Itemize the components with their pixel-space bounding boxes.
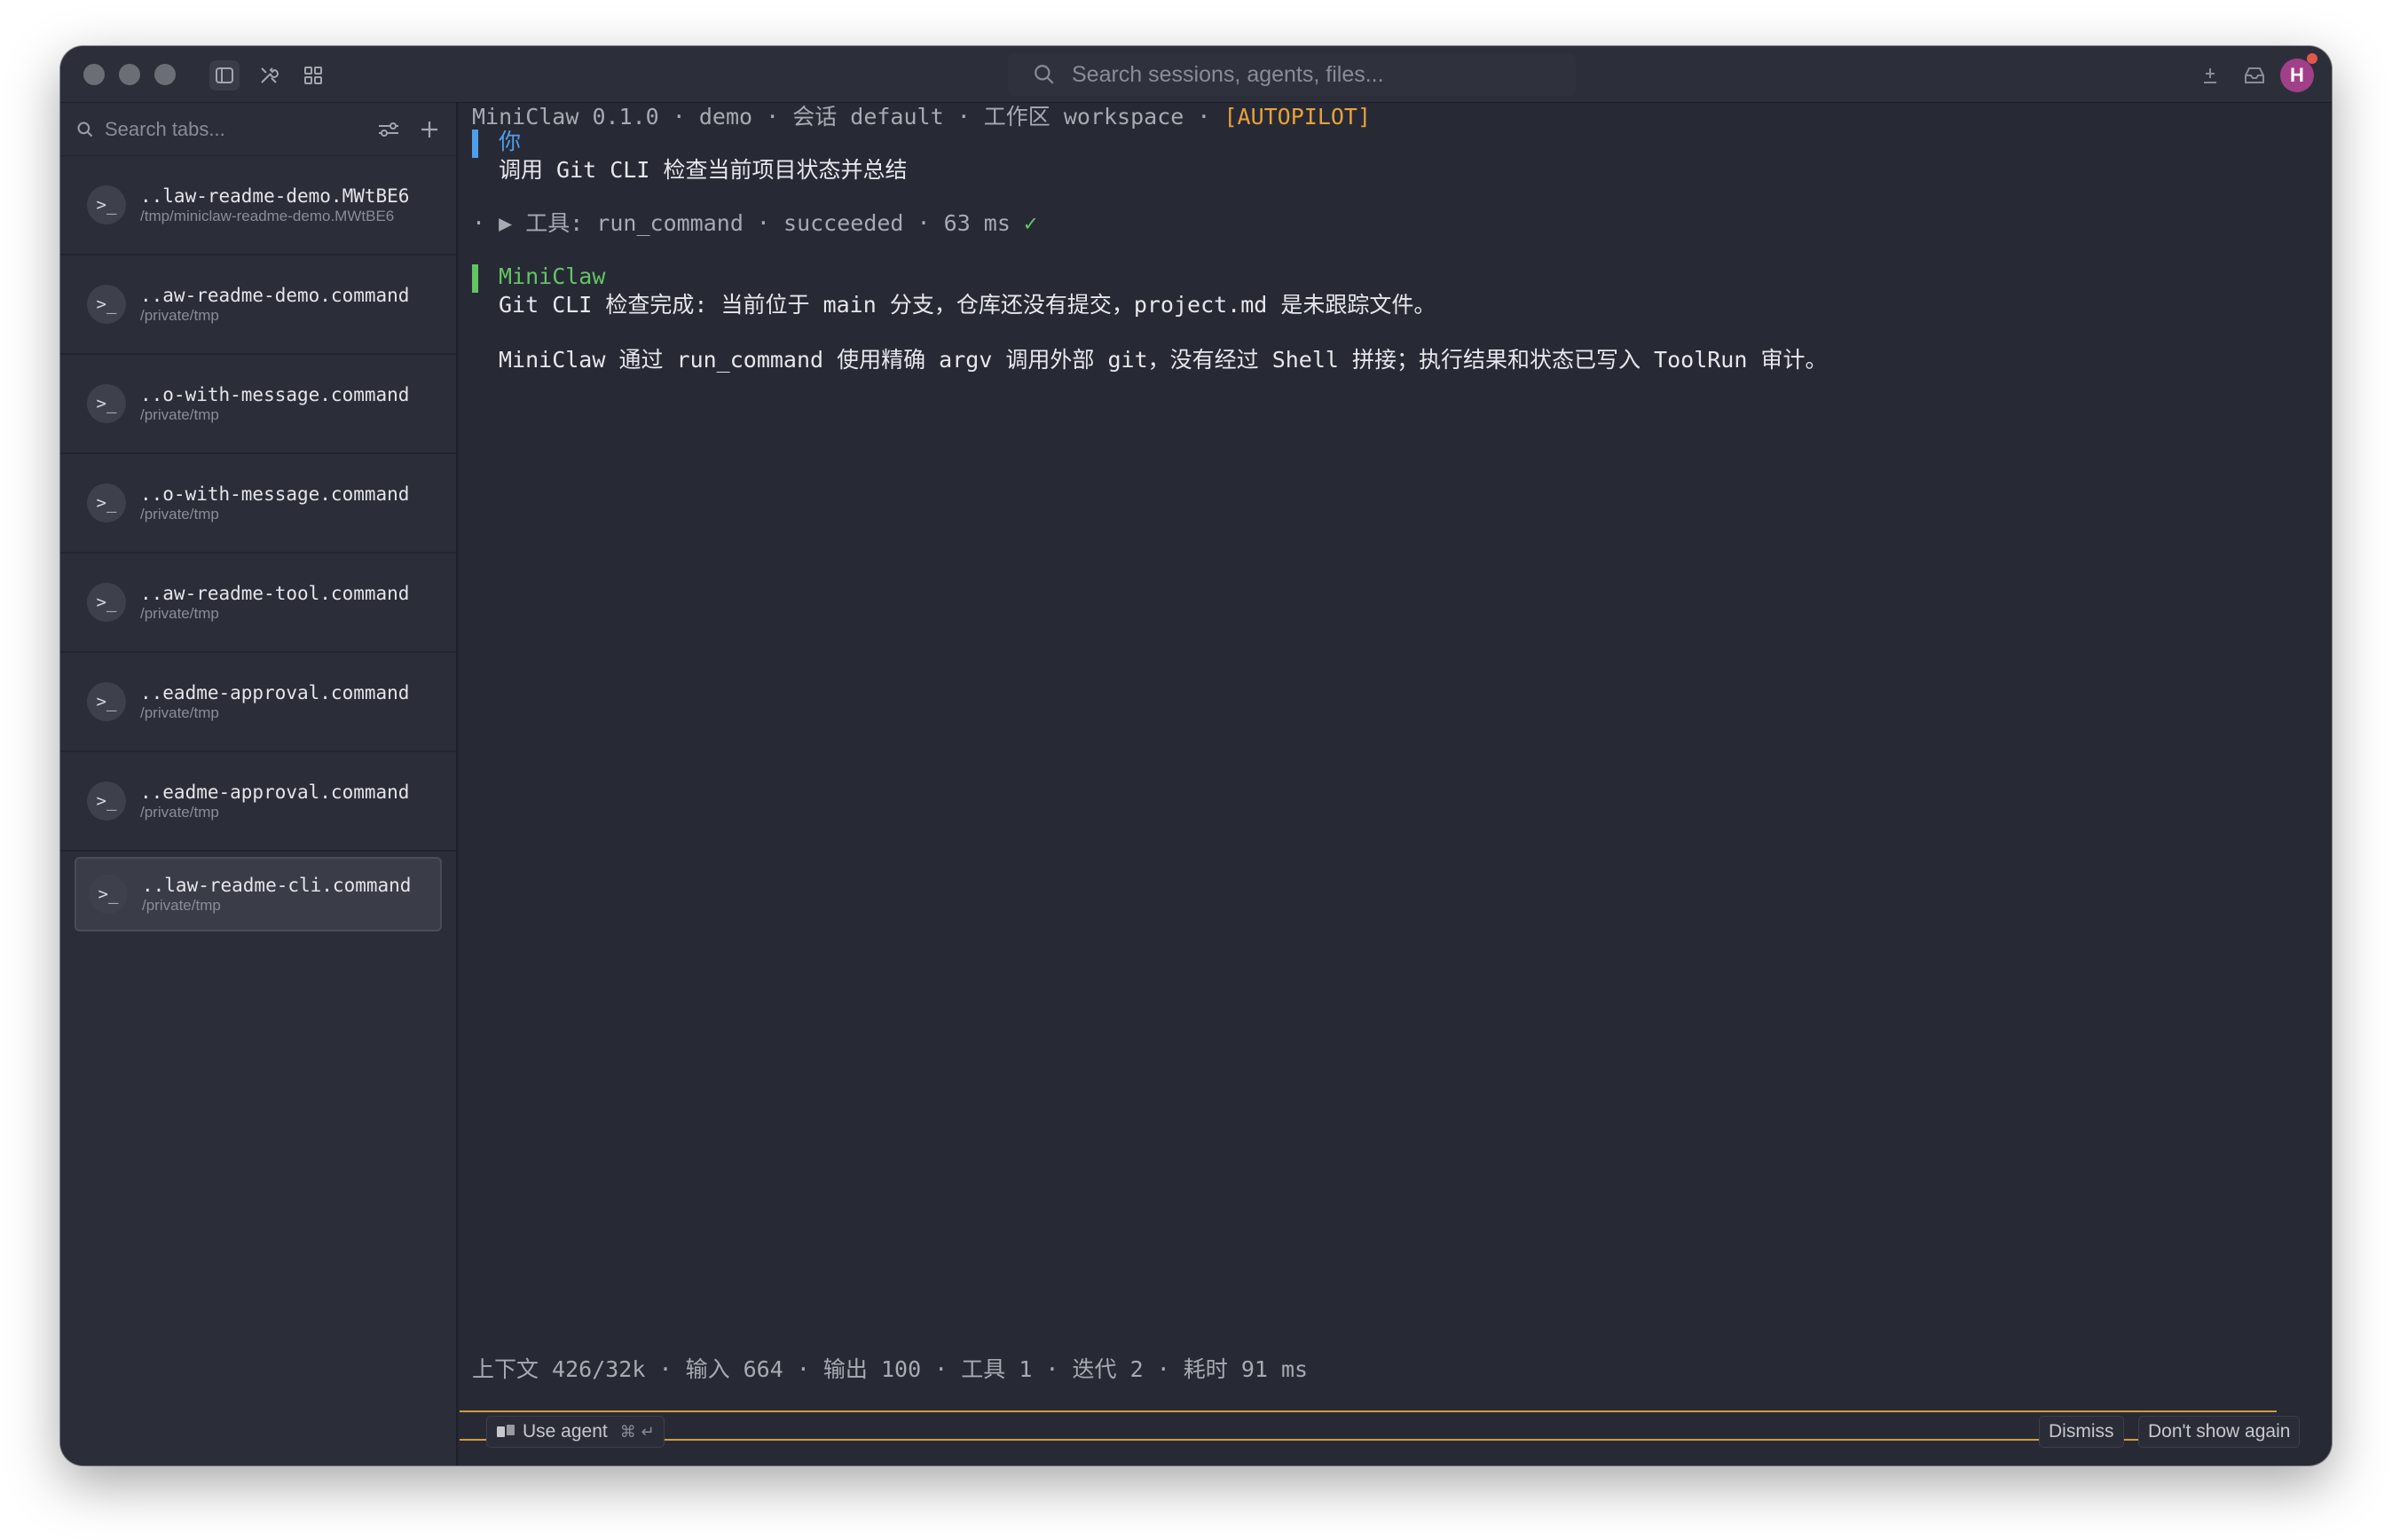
add-tab-icon[interactable] bbox=[419, 119, 440, 140]
terminal-icon: >_ bbox=[87, 185, 126, 224]
inbox-icon[interactable] bbox=[2239, 60, 2270, 90]
tab-title: ..aw-readme-tool.command bbox=[140, 583, 410, 604]
check-icon: ✓ bbox=[1023, 210, 1038, 236]
use-agent-label: Use agent bbox=[523, 1421, 608, 1442]
tab-path: /private/tmp bbox=[140, 605, 219, 622]
tab-title: ..law-readme-cli.command bbox=[142, 875, 412, 896]
search-icon bbox=[77, 121, 93, 137]
tab-item-active[interactable]: >_ ..law-readme-cli.command/private/tmp bbox=[75, 857, 442, 931]
usage-stats: 上下文 426/32k · 输入 664 · 输出 100 · 工具 1 · 迭… bbox=[472, 1356, 1309, 1382]
terminal-pane[interactable]: MiniClaw 0.1.0 · demo · 会话 default · 工作区… bbox=[460, 103, 2332, 1465]
tab-item[interactable]: >_ ..o-with-message.command/private/tmp bbox=[60, 355, 456, 454]
minimize-window-button[interactable] bbox=[119, 64, 140, 85]
tab-path: /private/tmp bbox=[140, 406, 219, 423]
filter-icon[interactable] bbox=[376, 119, 401, 140]
terminal-icon: >_ bbox=[87, 483, 126, 522]
tab-item[interactable]: >_ ..eadme-approval.command/private/tmp bbox=[60, 752, 456, 852]
grid-icon[interactable] bbox=[298, 60, 328, 90]
user-message: 调用 Git CLI 检查当前项目状态并总结 bbox=[499, 157, 908, 183]
agent-icon bbox=[497, 1425, 515, 1437]
terminal-icon: >_ bbox=[87, 782, 126, 821]
tab-path: /private/tmp bbox=[142, 897, 221, 914]
session-header-text: MiniClaw 0.1.0 · demo · 会话 default · 工作区… bbox=[472, 104, 1224, 130]
tab-title: ..o-with-message.command bbox=[140, 483, 410, 505]
terminal-icon: >_ bbox=[87, 583, 126, 622]
notification-dot bbox=[2307, 53, 2317, 64]
global-search-placeholder: Search sessions, agents, files... bbox=[1072, 61, 1384, 87]
tab-path: /private/tmp bbox=[140, 307, 219, 324]
input-top-rule bbox=[460, 1410, 2277, 1412]
dismiss-button[interactable]: Dismiss bbox=[2039, 1416, 2124, 1448]
use-agent-shortcut: ⌘ ↵ bbox=[619, 1422, 655, 1442]
agent-message-bar bbox=[472, 264, 478, 293]
zoom-window-button[interactable] bbox=[154, 64, 176, 85]
app-window: Search sessions, agents, files... H Sear… bbox=[60, 46, 2332, 1465]
input-bottom-rule bbox=[460, 1439, 2277, 1441]
tab-title: ..law-readme-demo.MWtBE6 bbox=[140, 185, 410, 207]
terminal-icon: >_ bbox=[87, 682, 126, 721]
user-label: 你 bbox=[499, 129, 522, 154]
tab-item[interactable]: >_ ..eadme-approval.command/private/tmp bbox=[60, 653, 456, 752]
user-message-bar bbox=[472, 130, 478, 158]
avatar[interactable]: H bbox=[2280, 59, 2314, 92]
tab-title: ..eadme-approval.command bbox=[140, 682, 410, 703]
global-search-input[interactable]: Search sessions, agents, files... bbox=[1008, 53, 1576, 96]
agent-message-line: Git CLI 检查完成: 当前位于 main 分支，仓库还没有提交，proje… bbox=[499, 292, 1436, 318]
tool-call-line[interactable]: · ▶ 工具: run_command · succeeded · 63 ms … bbox=[472, 209, 1037, 238]
close-window-button[interactable] bbox=[83, 64, 105, 85]
tab-search-bar[interactable]: Search tabs... bbox=[60, 103, 456, 156]
tab-path: /private/tmp bbox=[140, 704, 219, 721]
agent-label: MiniClaw bbox=[499, 263, 606, 289]
use-agent-button[interactable]: Use agent ⌘ ↵ bbox=[486, 1416, 665, 1448]
terminal-icon: >_ bbox=[87, 384, 126, 423]
tab-item[interactable]: >_ ..aw-readme-tool.command/private/tmp bbox=[60, 554, 456, 653]
tab-title: ..eadme-approval.command bbox=[140, 782, 410, 803]
dont-show-again-button[interactable]: Don't show again bbox=[2138, 1416, 2301, 1448]
autopilot-badge: [AUTOPILOT] bbox=[1224, 104, 1372, 130]
download-icon[interactable] bbox=[2195, 60, 2225, 90]
search-icon bbox=[1035, 65, 1054, 84]
tab-title: ..o-with-message.command bbox=[140, 384, 410, 405]
tab-path: /private/tmp bbox=[140, 506, 219, 522]
tool-call-text: · ▶ 工具: run_command · succeeded · 63 ms bbox=[472, 210, 1024, 236]
title-bar: Search sessions, agents, files... H bbox=[60, 46, 2332, 103]
sidebar-toggle-icon[interactable] bbox=[209, 60, 240, 90]
agent-message-line: MiniClaw 通过 run_command 使用精确 argv 调用外部 g… bbox=[499, 347, 1828, 373]
tab-title: ..aw-readme-demo.command bbox=[140, 285, 410, 306]
terminal-icon: >_ bbox=[89, 875, 128, 914]
tab-sidebar: Search tabs... >_ ..law-readme-demo.MWtB… bbox=[60, 103, 458, 1465]
tab-item[interactable]: >_ ..o-with-message.command/private/tmp bbox=[60, 454, 456, 554]
tab-item[interactable]: >_ ..law-readme-demo.MWtBE6/tmp/miniclaw… bbox=[60, 156, 456, 255]
tab-search-placeholder: Search tabs... bbox=[105, 117, 225, 140]
tab-item[interactable]: >_ ..aw-readme-demo.command/private/tmp bbox=[60, 255, 456, 355]
session-header: MiniClaw 0.1.0 · demo · 会话 default · 工作区… bbox=[472, 103, 1371, 131]
tab-path: /private/tmp bbox=[140, 804, 219, 821]
tools-icon[interactable] bbox=[254, 60, 284, 90]
tab-path: /tmp/miniclaw-readme-demo.MWtBE6 bbox=[140, 208, 395, 224]
terminal-icon: >_ bbox=[87, 285, 126, 324]
